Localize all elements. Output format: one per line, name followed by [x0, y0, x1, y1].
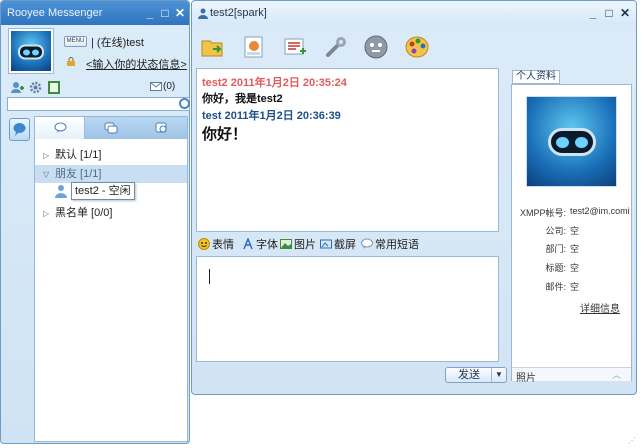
email-label: 邮件:: [545, 282, 566, 292]
company-value: 空: [570, 226, 580, 236]
history-icon: [155, 122, 167, 133]
tab-history[interactable]: [137, 117, 187, 139]
main-window: Rooyee Messenger _ □ ✕ MENU | (在线)test <…: [0, 0, 190, 444]
capture-icon: [320, 239, 332, 249]
font-label: 字体: [256, 239, 278, 251]
message-input[interactable]: [196, 256, 499, 362]
chat-window: test2[spark] _ □ ✕ test2 2011年1月2日 20:35…: [191, 0, 637, 395]
presence-status[interactable]: | (在线)test: [91, 34, 144, 50]
search-input[interactable]: [7, 97, 190, 111]
message-header: test 2011年1月2日 20:36:39: [202, 110, 341, 122]
company-label: 公司:: [545, 226, 566, 236]
font-button[interactable]: 字体: [242, 237, 278, 253]
close-button[interactable]: ✕: [173, 1, 187, 25]
screenshot-icon[interactable]: [241, 34, 267, 60]
picture-icon: [280, 239, 292, 249]
send-options-dropdown[interactable]: ▼: [491, 368, 506, 382]
xmpp-label: XMPP帐号:: [519, 208, 566, 218]
chat-bubble-tab[interactable]: [9, 118, 30, 141]
avatar-image: [11, 31, 51, 71]
text-caret: [209, 269, 210, 284]
picture-button[interactable]: 图片: [280, 237, 316, 253]
contact-group[interactable]: ▷ 黑名单 [0/0]: [35, 204, 187, 222]
tab-profile[interactable]: 个人资料: [512, 70, 560, 84]
title-label: 标题:: [545, 263, 566, 273]
resize-grip-icon[interactable]: ⋰: [628, 436, 640, 446]
screenshot-button[interactable]: 截屏: [320, 237, 356, 253]
menu-button[interactable]: MENU: [64, 36, 87, 47]
avatar[interactable]: [8, 28, 54, 74]
tab-contacts[interactable]: [35, 117, 85, 139]
contact-group[interactable]: ▷ 默认 [1/1]: [35, 146, 187, 164]
chat-history[interactable]: test2 2011年1月2日 20:35:24 你好，我是test2 test…: [196, 68, 499, 232]
contacts-panel: ▷ 默认 [1/1] ▽ 朋友 [1/1] ▷ 黑名单 [0/0]: [34, 116, 188, 442]
picture-label: 图片: [294, 239, 316, 251]
emoticon-label: 表情: [212, 239, 234, 251]
contact-tooltip: test2 - 空闲: [71, 182, 135, 200]
contact-group-label: 默认 [1/1]: [55, 149, 102, 161]
message-body: 你好，我是test2: [202, 93, 283, 105]
add-contact-icon[interactable]: [11, 81, 24, 94]
theme-icon[interactable]: [404, 34, 430, 60]
font-icon: [243, 238, 253, 250]
emoticon-button[interactable]: 表情: [198, 237, 234, 253]
person-icon: [198, 8, 208, 19]
expand-arrow-icon[interactable]: ▷: [43, 205, 55, 223]
expand-arrow-icon[interactable]: ▷: [43, 147, 55, 165]
department-value: 空: [570, 244, 580, 254]
chevron-up-icon[interactable]: ︿: [612, 368, 621, 381]
chat-title-bar[interactable]: test2[spark] _ □ ✕: [192, 1, 636, 25]
panel-icon[interactable]: [363, 34, 389, 60]
collapse-arrow-icon[interactable]: ▽: [43, 166, 55, 184]
photo-label: 照片: [516, 373, 536, 384]
chat-bubble-icon: [13, 123, 26, 136]
minimize-button[interactable]: _: [586, 1, 600, 25]
contact-group[interactable]: ▽ 朋友 [1/1]: [35, 165, 187, 183]
profile-panel: XMPP帐号: test2@im.comit. 公司: 空 部门: 空 标题: …: [511, 84, 632, 384]
message-body: 你好！: [202, 126, 248, 143]
contact-group-label: 黑名单 [0/0]: [55, 207, 113, 219]
email-value: 空: [570, 282, 580, 292]
photo-section[interactable]: 照片 ︿: [512, 367, 631, 384]
send-label: 发送: [458, 369, 480, 381]
title-value: 空: [570, 263, 580, 273]
send-button[interactable]: 发送 ▼: [445, 367, 507, 383]
department-label: 部门:: [545, 244, 566, 254]
chat-icon: [54, 122, 67, 133]
status-message-link[interactable]: <输入你的状态信息>: [86, 56, 187, 72]
send-file-icon[interactable]: [200, 34, 226, 60]
tab-groups[interactable]: [86, 117, 136, 139]
contact-group-label: 朋友 [1/1]: [55, 168, 102, 180]
format-toolbar: 表情 字体 图片 截屏 常用短语: [197, 237, 499, 253]
mail-icon[interactable]: [150, 82, 162, 91]
profile-avatar: [526, 96, 617, 187]
screenshot-label: 截屏: [334, 239, 356, 251]
info-icon[interactable]: [48, 81, 60, 94]
message-header: test2 2011年1月2日 20:35:24: [202, 77, 347, 89]
xmpp-value: test2@im.comit.: [570, 206, 630, 216]
details-link[interactable]: 详细信息: [580, 300, 620, 315]
phrases-button[interactable]: 常用短语: [361, 237, 419, 253]
maximize-button[interactable]: □: [158, 1, 172, 25]
smiley-icon: [198, 238, 210, 250]
chat-title: test2[spark]: [210, 7, 267, 19]
speech-bubble-icon: [361, 238, 373, 249]
search-icon[interactable]: [179, 98, 190, 109]
maximize-button[interactable]: □: [602, 1, 616, 25]
person-icon: [55, 185, 67, 198]
minimize-button[interactable]: _: [143, 1, 157, 25]
mail-count: (0): [163, 81, 176, 92]
close-button[interactable]: ✕: [618, 1, 632, 25]
main-title-bar[interactable]: Rooyee Messenger _ □ ✕: [1, 1, 189, 25]
app-title: Rooyee Messenger: [7, 7, 103, 19]
gear-icon[interactable]: [29, 81, 42, 94]
whiteboard-icon[interactable]: [282, 34, 308, 60]
phrases-label: 常用短语: [375, 239, 419, 251]
lock-icon: [67, 57, 75, 66]
tools-icon[interactable]: [323, 34, 349, 60]
group-icon: [104, 122, 118, 134]
contacts-tabbar: [35, 117, 187, 139]
